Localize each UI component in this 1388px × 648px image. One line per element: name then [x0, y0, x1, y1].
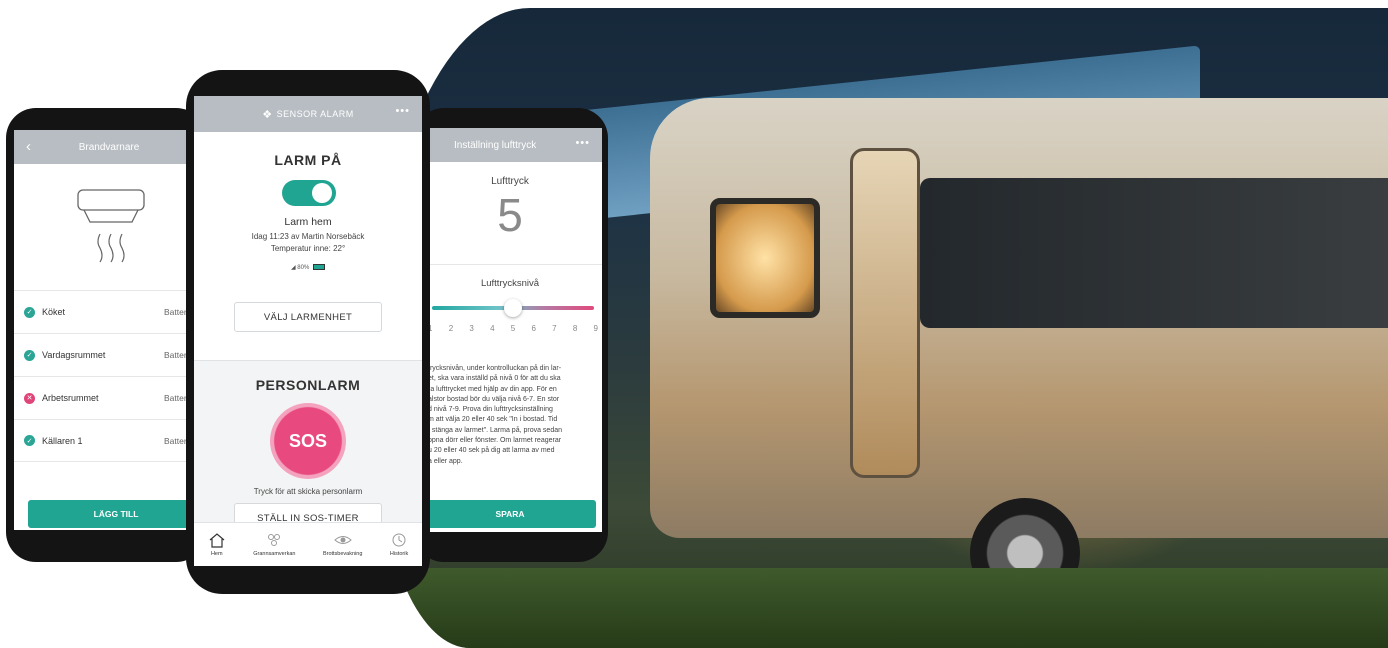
- tick-label: 2: [448, 324, 454, 333]
- help-text-line: ppna dörr eller fönster. Om larmet reage…: [428, 437, 562, 445]
- save-button[interactable]: SPARA: [424, 500, 596, 528]
- battery-percent: 80%: [297, 265, 310, 271]
- alarm-section: LARM PÅ Larm hem Idag 11:23 av Martin No…: [194, 132, 422, 360]
- screen-title: Brandvarnare: [78, 141, 140, 153]
- battery-icon: [312, 264, 325, 271]
- brand-logo-icon: ❖: [262, 108, 273, 121]
- phone-screen: Inställning lufttryck ••• Lufttryck 5 Lu…: [418, 128, 602, 532]
- help-text-line: et, ska vara inställd på nivå 0 för att …: [428, 375, 561, 383]
- signal-icon: ◢: [291, 265, 296, 271]
- check-icon: ✓: [24, 435, 35, 446]
- alarm-info-temperature: Temperatur inne: 22°: [270, 244, 346, 253]
- smoke-detector-icon: [74, 182, 148, 282]
- phone-smoke-detectors: ‹ Brandvarnare ✓ Köket Batteri: ✓ Vardag…: [6, 108, 206, 562]
- list-item[interactable]: ✓ Vardagsrummet Batteri:: [14, 333, 204, 376]
- toggle-knob: [312, 183, 332, 203]
- home-icon: [208, 532, 226, 548]
- more-icon[interactable]: •••: [395, 105, 410, 117]
- room-name: Köket: [42, 307, 66, 317]
- tab-label: Hem: [210, 551, 223, 557]
- level-label: Lufttrycksnivå: [480, 278, 540, 289]
- screen-header: ❖ SENSOR ALARM •••: [194, 96, 422, 132]
- tab-label: Grannsamverkan: [253, 551, 296, 557]
- select-alarm-unit-button[interactable]: VÄLJ LARMENHET: [234, 302, 382, 332]
- add-button[interactable]: LÄGG TILL: [28, 500, 204, 528]
- caravan-window: [710, 198, 820, 318]
- neighbors-icon: [265, 532, 283, 548]
- help-text-line: alstor bostad bör du välja nivå 6-7. En …: [428, 395, 560, 403]
- caravan-door: [850, 148, 920, 478]
- error-x-icon: ✕: [24, 392, 35, 404]
- slider-ticks: 1 2 3 4 5 6 7 8 9: [428, 324, 598, 333]
- pressure-value: 5: [497, 189, 523, 241]
- brand-name: SENSOR ALARM: [276, 109, 354, 119]
- eye-icon: [333, 532, 352, 548]
- alarm-toggle[interactable]: [282, 180, 336, 206]
- pressure-slider[interactable]: [432, 299, 594, 317]
- screen-header: Inställning lufttryck •••: [418, 128, 602, 162]
- check-icon: ✓: [24, 306, 35, 318]
- screen-title: Inställning lufttryck: [454, 139, 537, 151]
- phone-screen: ❖ SENSOR ALARM ••• LARM PÅ Larm hem Idag…: [194, 96, 422, 566]
- phone-alarm-home: ❖ SENSOR ALARM ••• LARM PÅ Larm hem Idag…: [186, 70, 430, 594]
- screen-header: ‹ Brandvarnare: [14, 130, 204, 164]
- sos-button[interactable]: SOS: [270, 403, 346, 479]
- help-text-line: m att välja 20 eller 40 sek "In i bostad…: [428, 416, 558, 424]
- pressure-label: Lufttryck: [491, 176, 529, 187]
- more-icon[interactable]: •••: [575, 137, 590, 149]
- slider-thumb[interactable]: [504, 299, 522, 317]
- phone-screen: ‹ Brandvarnare ✓ Köket Batteri: ✓ Vardag…: [14, 130, 204, 530]
- tick-label: 5: [510, 324, 516, 333]
- tab-crime-watch[interactable]: Brottsbevakning: [323, 532, 362, 557]
- sos-hint: Tryck för att skicka personlarm: [253, 487, 363, 496]
- tick-label: 4: [490, 324, 495, 333]
- device-status: ◢ 80%: [194, 264, 422, 271]
- check-icon: ✓: [24, 349, 35, 361]
- room-name: Källaren 1: [42, 435, 83, 446]
- room-list: ✓ Köket Batteri: ✓ Vardagsrummet Batteri…: [14, 290, 204, 462]
- phone-air-pressure: Inställning lufttryck ••• Lufttryck 5 Lu…: [414, 108, 608, 562]
- help-text-line: d nivå 7-9. Prova din lufttrycksinställn…: [428, 406, 553, 414]
- tick-label: 6: [531, 324, 536, 333]
- tab-history[interactable]: Historik: [390, 532, 408, 557]
- tab-label: Historik: [389, 551, 409, 557]
- list-item[interactable]: ✕ Arbetsrummet Batteri:: [14, 376, 204, 419]
- chevron-left-icon[interactable]: ‹: [26, 138, 31, 155]
- help-text-line: t stänga av larmet". Larma på, prova sed…: [428, 426, 563, 434]
- alarm-mode: Larm hem: [284, 216, 332, 228]
- help-text-line: a eller app.: [428, 457, 463, 465]
- tab-label: Brottsbevakning: [322, 551, 363, 557]
- help-text-line: ra lufttrycket med hjälp av din app. För…: [428, 385, 557, 393]
- tick-label: 7: [552, 324, 557, 333]
- help-text-line: trycksnivån, under kontrolluckan på din …: [428, 365, 562, 372]
- list-item[interactable]: ✓ Källaren 1 Batteri:: [14, 419, 204, 462]
- tick-label: 9: [593, 324, 598, 333]
- help-text: trycksnivån, under kontrolluckan på din …: [418, 364, 602, 467]
- history-icon: [390, 532, 408, 548]
- alarm-info-time: Idag 11:23 av Martin Norsebäck: [251, 232, 365, 241]
- help-text-line: u 20 eller 40 sek på dig att larma av me…: [428, 447, 555, 455]
- alarm-title: LARM PÅ: [274, 152, 342, 168]
- room-name: Arbetsrummet: [42, 393, 99, 403]
- tab-bar: Hem Grannsamverkan Brottsbevakning Histo…: [194, 522, 422, 566]
- divider: [418, 264, 602, 265]
- list-item[interactable]: ✓ Köket Batteri:: [14, 290, 204, 333]
- personal-alarm-title: PERSONLARM: [255, 377, 361, 393]
- tick-label: 8: [572, 324, 578, 333]
- tab-neighbors[interactable]: Grannsamverkan: [253, 532, 295, 557]
- room-name: Vardagsrummet: [42, 350, 106, 360]
- tick-label: 3: [469, 324, 474, 333]
- tab-home[interactable]: Hem: [208, 532, 226, 557]
- caravan-stripe: [920, 178, 1388, 328]
- grass: [380, 568, 1388, 648]
